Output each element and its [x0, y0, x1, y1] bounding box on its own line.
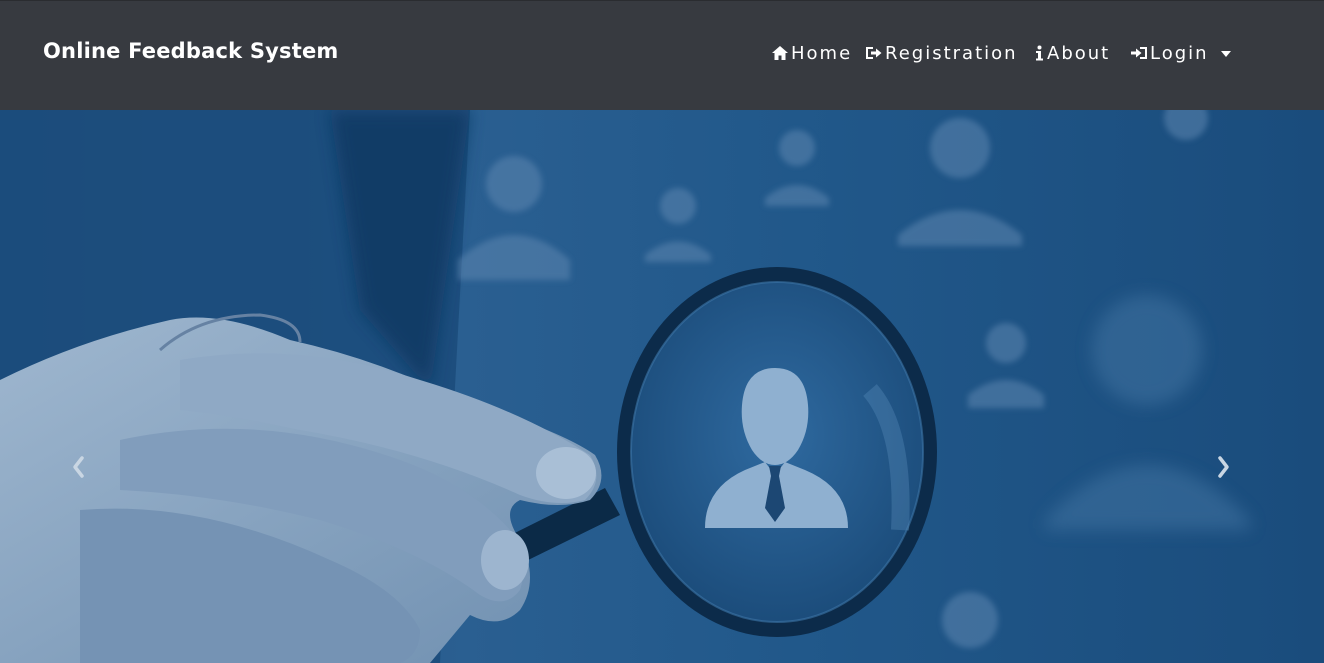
carousel-next-button[interactable]	[1209, 452, 1239, 482]
hero-carousel	[0, 110, 1324, 663]
login-icon	[1130, 45, 1148, 61]
nav-home-label: Home	[791, 42, 853, 64]
navbar: Online Feedback System Home Registration	[0, 0, 1324, 110]
nav-about-label: About	[1047, 42, 1111, 64]
sign-in-icon	[865, 45, 883, 61]
info-icon	[1033, 45, 1045, 61]
nav-login-dropdown[interactable]: Login	[1130, 41, 1231, 65]
nav-links: Home Registration About Login	[0, 41, 1324, 65]
nav-registration-link[interactable]: Registration	[865, 41, 1018, 65]
nav-home-link[interactable]: Home	[771, 41, 852, 65]
home-icon	[771, 45, 789, 61]
chevron-left-icon	[73, 456, 84, 478]
nav-login-label: Login	[1150, 42, 1209, 64]
nav-about-link[interactable]: About	[1033, 41, 1110, 65]
nav-registration-label: Registration	[885, 42, 1018, 64]
caret-down-icon	[1220, 51, 1231, 57]
carousel-slide-image	[0, 110, 1250, 663]
carousel-prev-button[interactable]	[63, 452, 93, 482]
chevron-right-icon	[1218, 456, 1229, 478]
